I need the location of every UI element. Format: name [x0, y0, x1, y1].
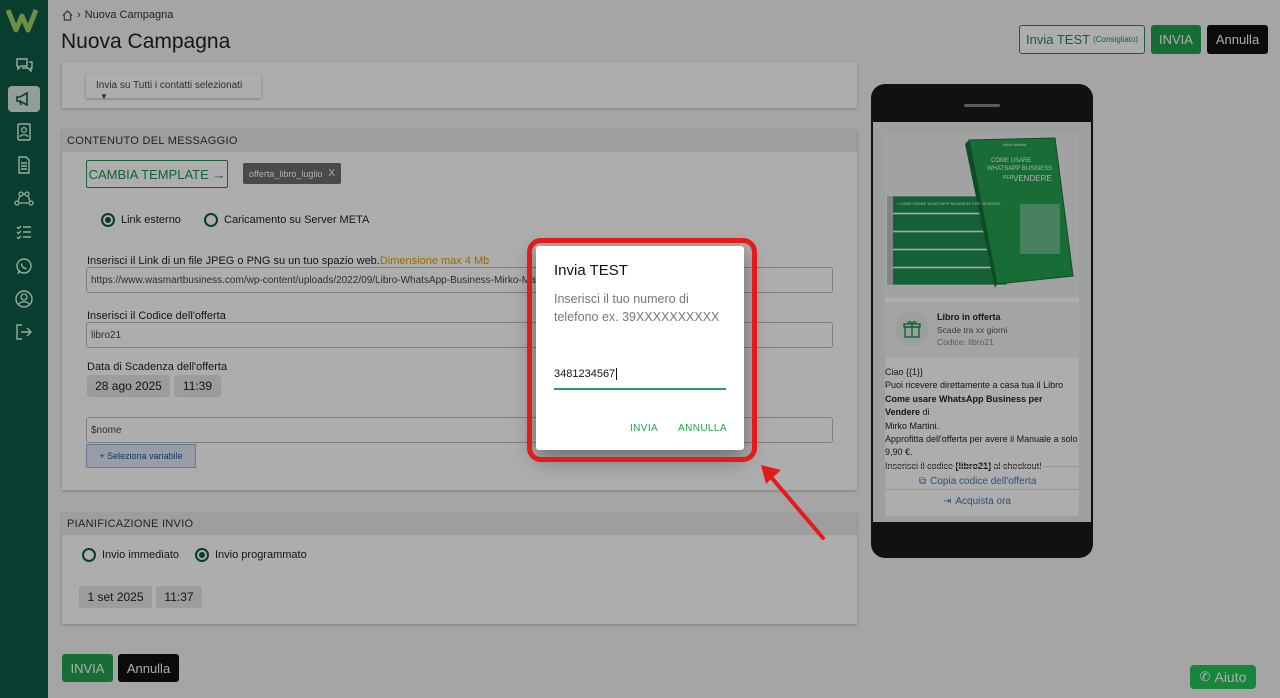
annotation-highlight [527, 238, 757, 462]
annotation-arrow-icon [761, 465, 825, 540]
